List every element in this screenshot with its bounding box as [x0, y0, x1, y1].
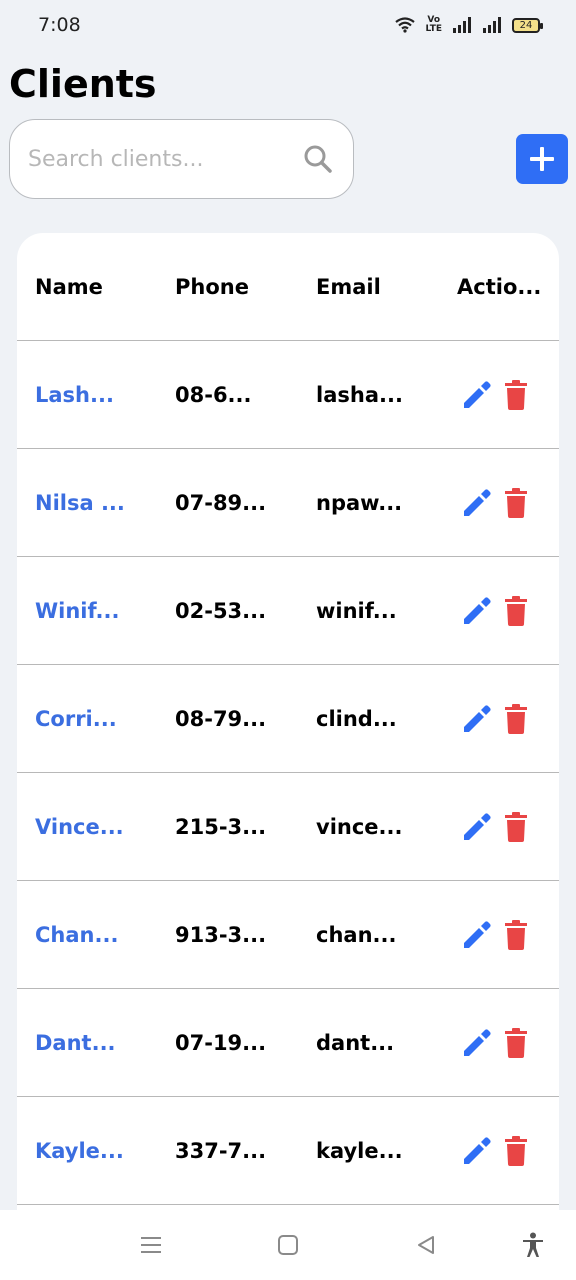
signal-icon	[453, 17, 471, 33]
client-email: chan...	[316, 922, 397, 947]
client-phone: 07-89...	[175, 490, 267, 515]
delete-icon[interactable]	[499, 594, 533, 628]
header-actions: Actio...	[457, 274, 542, 299]
client-name-link[interactable]: Vince...	[35, 815, 124, 839]
client-name-link[interactable]: Kayle...	[35, 1139, 124, 1163]
wifi-icon	[395, 17, 416, 33]
row-actions	[459, 1134, 533, 1168]
accessibility-icon[interactable]	[520, 1232, 546, 1258]
row-actions	[459, 486, 533, 520]
status-icons: Vo LTE 24	[395, 15, 543, 34]
delete-icon[interactable]	[499, 810, 533, 844]
row-actions	[459, 378, 533, 412]
client-email: kayle...	[316, 1138, 403, 1163]
client-email: npaw...	[316, 490, 403, 515]
client-name-link[interactable]: Corri...	[35, 707, 117, 731]
edit-icon[interactable]	[459, 1134, 493, 1168]
delete-icon[interactable]	[499, 1134, 533, 1168]
edit-icon[interactable]	[459, 918, 493, 952]
client-name-link[interactable]: Chan...	[35, 923, 118, 947]
delete-icon[interactable]	[499, 486, 533, 520]
add-client-button[interactable]	[516, 134, 568, 184]
table-header: Name Phone Email Actio...	[17, 233, 559, 341]
edit-icon[interactable]	[459, 378, 493, 412]
system-nav-bar	[0, 1210, 576, 1280]
client-name-link[interactable]: Winif...	[35, 599, 119, 623]
volte-icon: Vo LTE	[425, 15, 442, 34]
menu-icon[interactable]	[138, 1232, 164, 1258]
table-row: Corri... 08-79... clind...	[17, 665, 559, 773]
battery-level: 24	[519, 19, 533, 31]
table-row: Lash... 08-6... lasha...	[17, 341, 559, 449]
home-icon[interactable]	[275, 1232, 301, 1258]
delete-icon[interactable]	[499, 702, 533, 736]
client-email: dant...	[316, 1030, 395, 1055]
status-time: 7:08	[38, 14, 81, 36]
signal-icon	[483, 17, 501, 33]
client-email: vince...	[316, 814, 403, 839]
client-email: clind...	[316, 706, 397, 731]
edit-icon[interactable]	[459, 702, 493, 736]
row-actions	[459, 918, 533, 952]
header-email[interactable]: Email	[316, 275, 381, 299]
table-row: Nilsa ... 07-89... npaw...	[17, 449, 559, 557]
table-row: Dant... 07-19... dant...	[17, 989, 559, 1097]
table-row: Winif... 02-53... winif...	[17, 557, 559, 665]
edit-icon[interactable]	[459, 810, 493, 844]
edit-icon[interactable]	[459, 486, 493, 520]
delete-icon[interactable]	[499, 1026, 533, 1060]
client-phone: 913-3...	[175, 922, 267, 947]
client-phone: 215-3...	[175, 814, 267, 839]
row-actions	[459, 810, 533, 844]
client-name-link[interactable]: Nilsa ...	[35, 491, 125, 515]
row-actions	[459, 1026, 533, 1060]
client-email: winif...	[316, 598, 397, 623]
client-name-link[interactable]: Lash...	[35, 383, 114, 407]
client-name-link[interactable]: Dant...	[35, 1031, 116, 1055]
status-bar: 7:08 Vo LTE 24	[0, 0, 576, 50]
header-name[interactable]: Name	[35, 275, 103, 299]
edit-icon[interactable]	[459, 594, 493, 628]
delete-icon[interactable]	[499, 918, 533, 952]
client-phone: 337-7...	[175, 1138, 267, 1163]
edit-icon[interactable]	[459, 1026, 493, 1060]
client-phone: 07-19...	[175, 1030, 267, 1055]
client-phone: 08-6...	[175, 382, 252, 407]
search-input[interactable]	[28, 146, 303, 172]
client-phone: 08-79...	[175, 706, 267, 731]
table-row: Kayle... 337-7... kayle...	[17, 1097, 559, 1205]
search-icon[interactable]	[303, 144, 333, 174]
row-actions	[459, 702, 533, 736]
table-row: Chan... 913-3... chan...	[17, 881, 559, 989]
delete-icon[interactable]	[499, 378, 533, 412]
back-icon[interactable]	[413, 1232, 439, 1258]
plus-icon	[530, 147, 554, 171]
header-phone[interactable]: Phone	[175, 275, 249, 299]
client-phone: 02-53...	[175, 598, 267, 623]
battery-icon: 24	[512, 17, 543, 33]
client-email: lasha...	[316, 382, 403, 407]
page-title: Clients	[9, 62, 157, 106]
table-row: Vince... 215-3... vince...	[17, 773, 559, 881]
search-box[interactable]	[9, 119, 354, 199]
clients-table: Name Phone Email Actio... Lash... 08-6...…	[17, 233, 559, 1223]
row-actions	[459, 594, 533, 628]
